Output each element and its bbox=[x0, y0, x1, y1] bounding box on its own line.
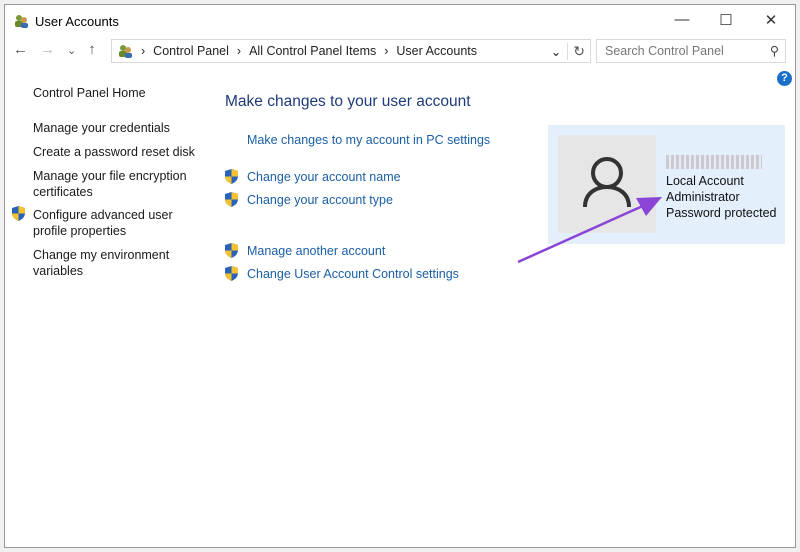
annotation-arrow bbox=[517, 197, 662, 264]
